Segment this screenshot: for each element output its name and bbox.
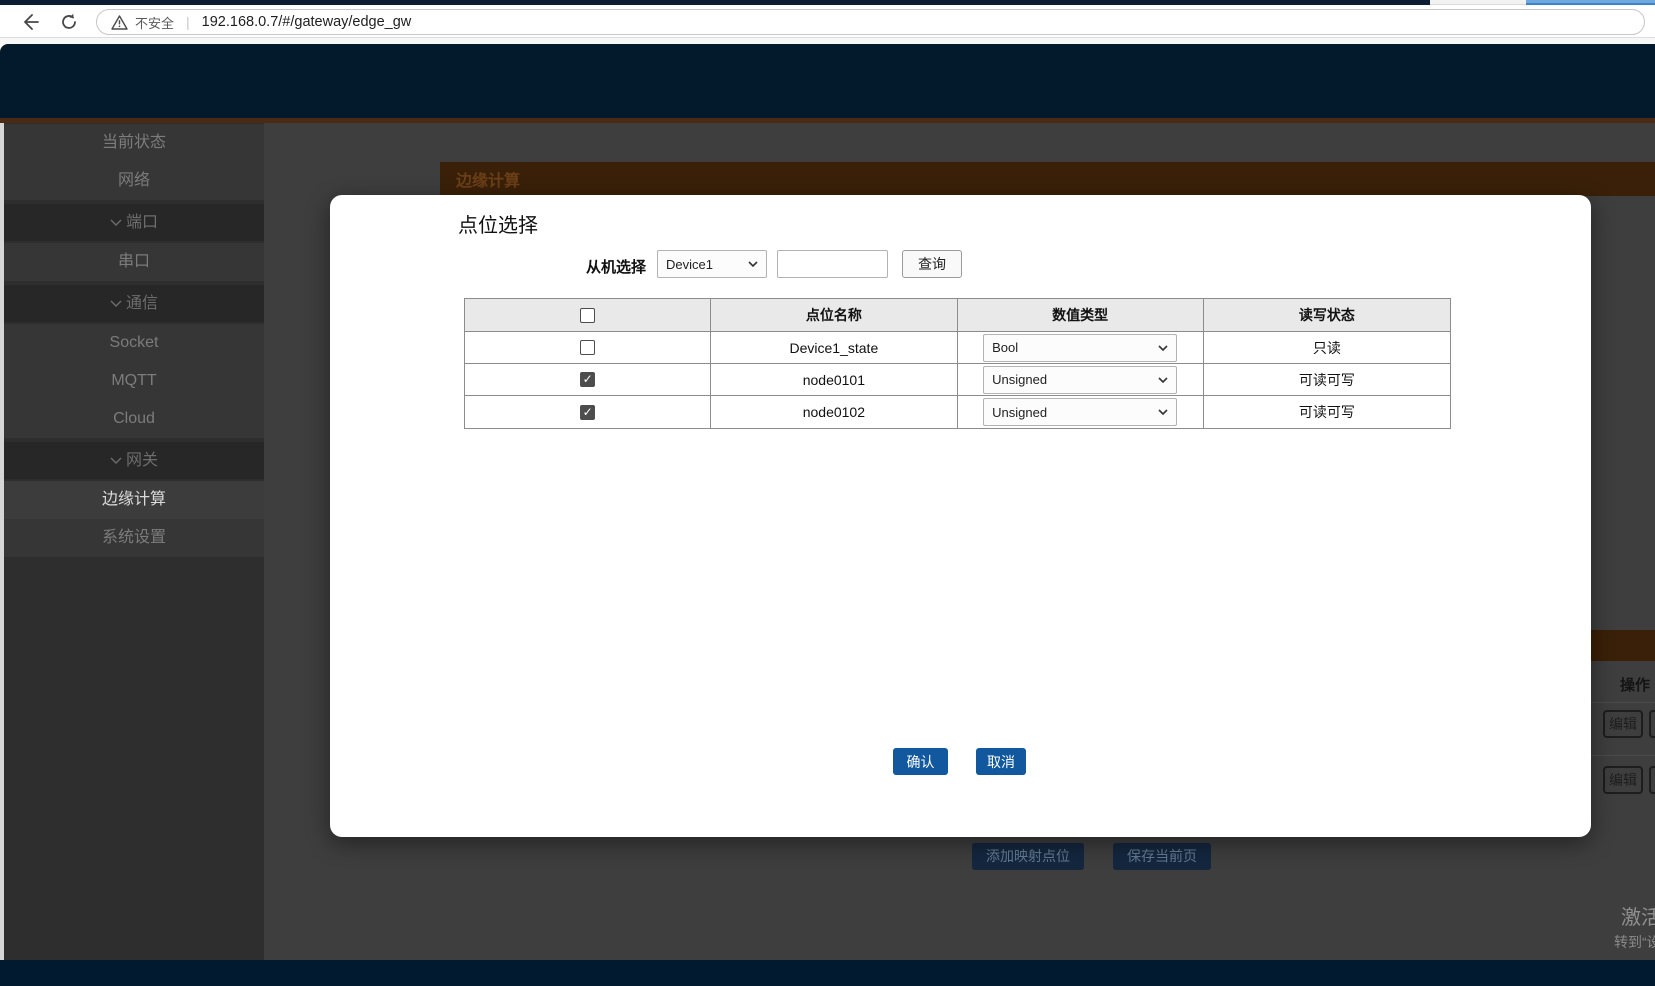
partial-button[interactable] (1649, 710, 1655, 738)
value-type-select[interactable]: Bool (983, 333, 1178, 362)
rw-status: 只读 (1312, 339, 1341, 356)
edit-button[interactable]: 编辑 (1603, 710, 1643, 738)
add-mapping-point-button[interactable]: 添加映射点位 (972, 843, 1084, 870)
slave-device-select[interactable]: Device1 (657, 250, 767, 278)
select-all-checkbox[interactable] (580, 307, 596, 323)
operation-column-header: 操作 (1620, 677, 1651, 694)
address-separator: | (186, 14, 190, 30)
chevron-down-icon (110, 219, 122, 226)
sidebar-group-port[interactable]: 端口 (4, 204, 264, 241)
section-header-edge-computing: 边缘计算 (440, 162, 1655, 196)
windows-activation-watermark-line2: 转到“设置”以激活 Windows。 (1614, 934, 1655, 950)
slave-select-value: Device1 (666, 256, 713, 272)
value-type-select[interactable]: Unsigned (983, 398, 1178, 426)
row-checkbox[interactable] (580, 404, 596, 420)
security-label: 不安全 (135, 15, 175, 31)
rw-status: 可读可写 (1298, 371, 1355, 388)
refresh-icon[interactable] (58, 11, 80, 33)
point-name: Device1_state (711, 332, 958, 363)
chevron-down-icon (110, 457, 122, 464)
sidebar-item-current-status[interactable]: 当前状态 (4, 124, 264, 162)
bottom-navy-strip (0, 960, 1655, 986)
point-name: node0102 (711, 396, 958, 428)
sidebar-item-system-settings[interactable]: 系统设置 (4, 519, 264, 557)
edit-button[interactable]: 编辑 (1603, 766, 1643, 794)
back-icon[interactable] (18, 11, 40, 33)
chevron-down-icon (748, 261, 758, 267)
rw-status: 可读可写 (1298, 404, 1355, 420)
sidebar-item-edge-computing[interactable]: 边缘计算 (4, 481, 264, 519)
save-current-page-button[interactable]: 保存当前页 (1113, 843, 1211, 870)
sidebar-group-communication[interactable]: 通信 (4, 285, 264, 322)
row-divider (1591, 755, 1655, 756)
not-secure-warning-icon (111, 14, 128, 30)
cancel-button[interactable]: 取消 (976, 748, 1026, 775)
point-search-input[interactable] (777, 250, 888, 278)
chevron-down-icon (110, 300, 122, 307)
screen: 不安全 | 192.168.0.7/#/gateway/edge_gw 当前状态… (0, 0, 1655, 986)
query-button[interactable]: 查询 (902, 250, 962, 278)
slave-select-label: 从机选择 (586, 259, 647, 276)
sidebar: 当前状态 网络 端口 串口 通信 Socket MQTT Cloud 网关 边缘… (4, 123, 264, 960)
row-divider (1591, 702, 1655, 703)
chevron-down-icon (1158, 344, 1168, 351)
sidebar-group-gateway[interactable]: 网关 (4, 442, 264, 479)
partial-button[interactable] (1649, 766, 1655, 794)
header-point-name: 点位名称 (711, 299, 958, 331)
address-bar[interactable]: 不安全 | 192.168.0.7/#/gateway/edge_gw (96, 9, 1645, 35)
sidebar-item-network[interactable]: 网络 (4, 162, 264, 200)
sidebar-item-mqtt[interactable]: MQTT (4, 362, 264, 400)
table-row: node0101 Unsigned 可读可写 (465, 364, 1450, 396)
sidebar-item-cloud[interactable]: Cloud (4, 400, 264, 438)
url-text[interactable]: 192.168.0.7/#/gateway/edge_gw (202, 14, 412, 30)
header-value-type: 数值类型 (958, 299, 1204, 331)
header-rw-status: 读写状态 (1298, 307, 1355, 323)
row-checkbox[interactable] (580, 340, 596, 355)
browser-toolbar: 不安全 | 192.168.0.7/#/gateway/edge_gw (0, 5, 1655, 38)
value-type-select[interactable]: Unsigned (983, 365, 1178, 394)
sidebar-item-serial[interactable]: 串口 (4, 243, 264, 281)
row-checkbox[interactable] (580, 372, 596, 387)
section-title: 边缘计算 (456, 173, 521, 190)
chevron-down-icon (1158, 376, 1168, 383)
windows-activation-watermark-line1: 激活 Windows (1621, 907, 1655, 929)
confirm-button[interactable]: 确认 (893, 748, 948, 775)
point-name: node0101 (711, 364, 958, 395)
header-checkbox-cell (465, 299, 712, 331)
sidebar-item-socket[interactable]: Socket (4, 324, 264, 362)
table-header-row: 点位名称 数值类型 读写状态 (465, 299, 1450, 332)
point-selection-modal: 点位选择 从机选择 Device1 查询 点位名称 数值类型 读写状态 Devi… (330, 195, 1591, 837)
app-header-band (0, 44, 1655, 118)
chevron-down-icon (1158, 409, 1168, 415)
points-table: 点位名称 数值类型 读写状态 Device1_state Bool 只读 nod… (464, 298, 1451, 429)
table-row: node0102 Unsigned 可读可写 (465, 396, 1450, 428)
table-row: Device1_state Bool 只读 (465, 332, 1450, 364)
modal-title: 点位选择 (458, 215, 538, 237)
